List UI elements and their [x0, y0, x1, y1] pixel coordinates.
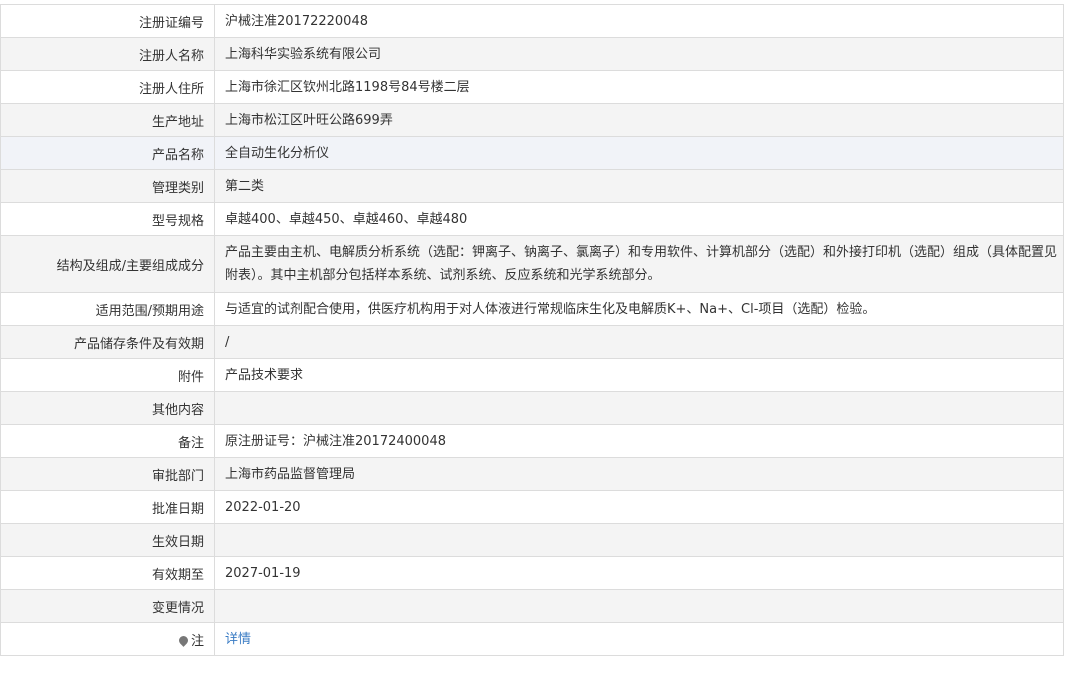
- registration-detail-table: 注册证编号 沪械注准20172220048 注册人名称 上海科华实验系统有限公司…: [0, 4, 1064, 656]
- row-label: 附件: [0, 358, 215, 392]
- table-row: 生效日期: [0, 523, 1064, 557]
- row-label: 有效期至: [0, 556, 215, 590]
- row-value: /: [214, 325, 1064, 359]
- row-label: 审批部门: [0, 457, 215, 491]
- table-row: 批准日期 2022-01-20: [0, 490, 1064, 524]
- row-value: 卓越400、卓越450、卓越460、卓越480: [214, 202, 1064, 236]
- table-row: 生产地址 上海市松江区叶旺公路699弄: [0, 103, 1064, 137]
- row-label: 型号规格: [0, 202, 215, 236]
- row-label: 产品储存条件及有效期: [0, 325, 215, 359]
- table-row: 备注 原注册证号：沪械注准20172400048: [0, 424, 1064, 458]
- table-row: 适用范围/预期用途 与适宜的试剂配合使用，供医疗机构用于对人体液进行常规临床生化…: [0, 292, 1064, 326]
- row-value: [214, 589, 1064, 623]
- row-value: [214, 391, 1064, 425]
- row-value: 原注册证号：沪械注准20172400048: [214, 424, 1064, 458]
- row-value: 产品技术要求: [214, 358, 1064, 392]
- table-row: 产品储存条件及有效期 /: [0, 325, 1064, 359]
- row-label: 备注: [0, 424, 215, 458]
- row-value: 与适宜的试剂配合使用，供医疗机构用于对人体液进行常规临床生化及电解质K+、Na+…: [214, 292, 1064, 326]
- row-label: 结构及组成/主要组成成分: [0, 235, 215, 293]
- table-row: 结构及组成/主要组成成分 产品主要由主机、电解质分析系统（选配：钾离子、钠离子、…: [0, 235, 1064, 293]
- row-value: 上海科华实验系统有限公司: [214, 37, 1064, 71]
- row-label: 管理类别: [0, 169, 215, 203]
- note-label-cell: 注: [0, 622, 215, 656]
- details-link[interactable]: 详情: [225, 632, 251, 647]
- table-row: 注册证编号 沪械注准20172220048: [0, 4, 1064, 38]
- row-value: 2027-01-19: [214, 556, 1064, 590]
- row-label: 其他内容: [0, 391, 215, 425]
- table-row: 注册人住所 上海市徐汇区钦州北路1198号84号楼二层: [0, 70, 1064, 104]
- row-label: 注: [190, 633, 204, 649]
- row-value: 上海市松江区叶旺公路699弄: [214, 103, 1064, 137]
- row-value: 沪械注准20172220048: [214, 4, 1064, 38]
- row-label: 批准日期: [0, 490, 215, 524]
- row-label: 生产地址: [0, 103, 215, 137]
- map-pin-icon: [177, 633, 190, 647]
- table-row: 注 详情: [0, 622, 1064, 656]
- table-row: 变更情况: [0, 589, 1064, 623]
- row-label: 变更情况: [0, 589, 215, 623]
- table-row: 注册人名称 上海科华实验系统有限公司: [0, 37, 1064, 71]
- table-row: 管理类别 第二类: [0, 169, 1064, 203]
- row-value: 全自动生化分析仪: [214, 136, 1064, 170]
- table-row: 审批部门 上海市药品监督管理局: [0, 457, 1064, 491]
- table-row: 产品名称 全自动生化分析仪: [0, 136, 1064, 170]
- row-value: 产品主要由主机、电解质分析系统（选配：钾离子、钠离子、氯离子）和专用软件、计算机…: [214, 235, 1064, 293]
- row-value: 第二类: [214, 169, 1064, 203]
- row-value: 上海市药品监督管理局: [214, 457, 1064, 491]
- row-label: 注册证编号: [0, 4, 215, 38]
- table-row: 其他内容: [0, 391, 1064, 425]
- row-label: 注册人名称: [0, 37, 215, 71]
- row-label: 产品名称: [0, 136, 215, 170]
- row-label: 注册人住所: [0, 70, 215, 104]
- table-row: 有效期至 2027-01-19: [0, 556, 1064, 590]
- row-value: 2022-01-20: [214, 490, 1064, 524]
- row-value: 上海市徐汇区钦州北路1198号84号楼二层: [214, 70, 1064, 104]
- table-row: 附件 产品技术要求: [0, 358, 1064, 392]
- row-value: [214, 523, 1064, 557]
- row-value-cell: 详情: [214, 622, 1064, 656]
- row-label: 适用范围/预期用途: [0, 292, 215, 326]
- row-label: 生效日期: [0, 523, 215, 557]
- table-row: 型号规格 卓越400、卓越450、卓越460、卓越480: [0, 202, 1064, 236]
